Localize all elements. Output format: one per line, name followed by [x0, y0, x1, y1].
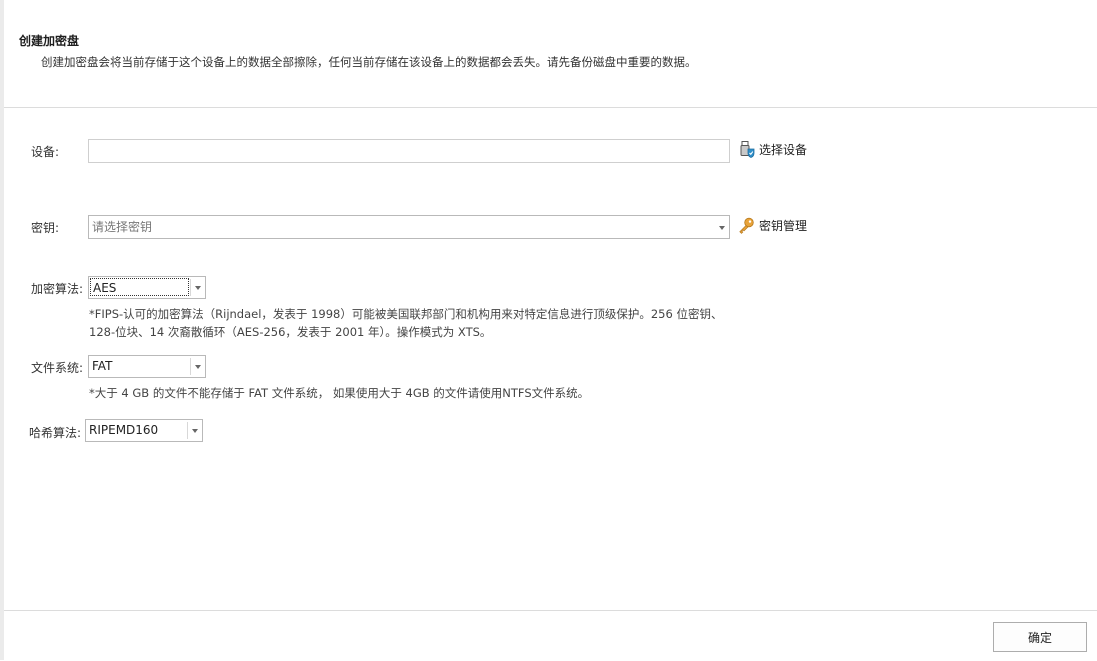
algorithm-note-line2: 128-位块、14 次裔散循环（AES-256，发表于 2001 年）。操作模式…	[89, 325, 492, 339]
chevron-down-icon	[195, 286, 201, 290]
device-label: 设备:	[31, 145, 60, 159]
filesystem-select[interactable]: FAT	[88, 355, 206, 378]
algorithm-label: 加密算法:	[31, 282, 84, 296]
select-separator	[190, 279, 191, 296]
ok-button[interactable]: 确定	[993, 622, 1087, 652]
algorithm-select[interactable]: AES	[88, 276, 206, 299]
footer-bar: 确定	[4, 610, 1097, 661]
device-input[interactable]	[88, 139, 730, 163]
key-manage-button[interactable]: 密钥管理	[738, 217, 807, 234]
filesystem-note: *大于 4 GB 的文件不能存储于 FAT 文件系统， 如果使用大于 4GB 的…	[89, 386, 590, 400]
header-panel: 创建加密盘 创建加密盘会将当前存储于这个设备上的数据全部擦除，任何当前存储在该设…	[4, 0, 1097, 108]
hash-select[interactable]: RIPEMD160	[85, 419, 203, 442]
key-select-placeholder: 请选择密钥	[92, 220, 153, 234]
hash-label: 哈希算法:	[29, 426, 82, 440]
key-manage-label: 密钥管理	[759, 219, 808, 233]
key-icon	[739, 217, 754, 234]
key-label: 密钥:	[31, 221, 60, 235]
select-device-button[interactable]: 选择设备	[739, 141, 807, 158]
filesystem-label: 文件系统:	[31, 361, 84, 375]
chevron-down-icon	[719, 226, 725, 230]
filesystem-select-value: FAT	[92, 359, 113, 373]
algorithm-note-line1: *FIPS-认可的加密算法（Rijndael，发表于 1998）可能被美国联邦部…	[89, 307, 723, 321]
select-separator	[190, 358, 191, 375]
algorithm-select-value: AES	[90, 278, 189, 296]
chevron-down-icon	[195, 365, 201, 369]
page-title: 创建加密盘	[19, 34, 80, 48]
hash-select-value: RIPEMD160	[89, 423, 159, 437]
usb-shield-icon	[740, 141, 755, 158]
select-device-label: 选择设备	[759, 143, 808, 157]
key-select[interactable]: 请选择密钥	[88, 215, 730, 239]
select-separator	[187, 422, 188, 439]
chevron-down-icon	[192, 429, 198, 433]
page-description: 创建加密盘会将当前存储于这个设备上的数据全部擦除，任何当前存储在该设备上的数据都…	[41, 55, 697, 69]
